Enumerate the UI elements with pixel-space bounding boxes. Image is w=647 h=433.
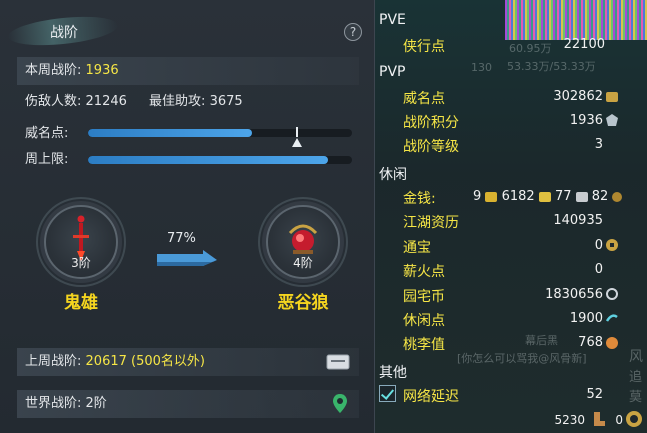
zhanjie-level-value: 3 bbox=[594, 137, 603, 152]
copper-icon bbox=[612, 191, 623, 202]
gold-icon bbox=[538, 191, 551, 202]
assist-value: 3675 bbox=[209, 94, 243, 109]
location-pin-icon[interactable] bbox=[332, 393, 348, 415]
bg-text: 130 bbox=[471, 61, 492, 74]
weekly-cap-label-text: 周上限: bbox=[25, 152, 69, 167]
yuanzhai-value: 1830656 bbox=[545, 287, 603, 302]
last-week-row: 上周战阶: 20617 (500名以外) bbox=[17, 348, 359, 376]
weiming-label: 威名点 bbox=[403, 91, 445, 107]
latency-label: 网络延迟 bbox=[403, 389, 459, 405]
fame-progress-fill bbox=[88, 129, 252, 137]
gold-coin-icon[interactable] bbox=[625, 410, 643, 428]
rank-progress-percent: 77% bbox=[167, 231, 196, 246]
kill-value: 21246 bbox=[85, 94, 127, 109]
world-rank-row: 世界战阶: 2阶 bbox=[17, 390, 359, 418]
next-rank-name: 恶谷狼 bbox=[277, 293, 329, 313]
yuanzhai-label: 园宅币 bbox=[403, 289, 445, 305]
boot-icon bbox=[594, 412, 605, 426]
jianghu-value: 140935 bbox=[553, 213, 603, 228]
latency-checkbox[interactable] bbox=[379, 385, 396, 402]
rank-point-icon bbox=[606, 114, 618, 126]
silver-icon bbox=[575, 191, 588, 202]
home-coin-icon bbox=[606, 288, 618, 300]
current-rank-emblem: 3阶 bbox=[36, 197, 126, 287]
gold-ingot-icon bbox=[485, 191, 498, 202]
money-label: 金钱: bbox=[403, 191, 436, 207]
money-row: 9 6182 77 82 bbox=[473, 189, 623, 204]
taoli-value: 768 bbox=[578, 335, 603, 350]
xiuxian-label: 休闲点 bbox=[403, 313, 445, 329]
jianghu-label: 江湖资历 bbox=[403, 215, 459, 231]
world-rank-label: 世界战阶: bbox=[25, 396, 82, 411]
peach-icon bbox=[606, 337, 618, 349]
bg-text: 莫 bbox=[629, 390, 643, 405]
background-hud-strip bbox=[505, 0, 647, 40]
weekly-rank-value: 1936 bbox=[85, 63, 119, 78]
bg-text: 追 bbox=[629, 370, 643, 385]
panel-header: 战阶 bbox=[0, 8, 375, 50]
assist-label: 最佳助攻: bbox=[149, 94, 206, 109]
xiaxing-value: 22100 bbox=[563, 37, 605, 52]
bottom-zero: 0 bbox=[615, 413, 623, 427]
fame-progress-bar bbox=[88, 129, 352, 137]
weiming-value: 302862 bbox=[553, 89, 603, 104]
tongbao-value: 0 bbox=[594, 238, 603, 253]
xinhuo-label: 薪火点 bbox=[403, 264, 445, 280]
bg-text: 幕后黑 bbox=[525, 334, 558, 347]
fame-icon bbox=[606, 92, 618, 102]
next-rank-emblem: 4阶 bbox=[258, 197, 348, 287]
last-week-value: 20617 (500名以外) bbox=[85, 354, 205, 369]
zhanjie-score-label: 战阶积分 bbox=[403, 115, 459, 131]
taoli-label: 桃李值 bbox=[403, 337, 445, 353]
help-icon[interactable]: ? bbox=[344, 23, 362, 41]
battle-rank-panel: 战阶 ? 本周战阶: 1936 伤敌人数: 21246 最佳助攻: 3675 威… bbox=[0, 0, 375, 433]
bottom-counter: 5230 bbox=[554, 413, 585, 427]
xiaxing-label: 侠行点 bbox=[403, 39, 445, 55]
section-pvp: PVP bbox=[379, 64, 406, 80]
tongbao-coin-icon bbox=[606, 239, 618, 251]
leisure-point-icon bbox=[605, 314, 618, 322]
kill-assist-row: 伤敌人数: 21246 最佳助攻: 3675 bbox=[17, 88, 359, 116]
kill-label: 伤敌人数: bbox=[25, 94, 82, 109]
money-b: 6182 bbox=[501, 189, 535, 204]
last-week-label: 上周战阶: bbox=[25, 354, 82, 369]
ranking-list-icon[interactable] bbox=[326, 354, 350, 370]
section-other: 其他 bbox=[379, 365, 407, 381]
world-rank-value: 2阶 bbox=[85, 396, 107, 411]
money-d: 82 bbox=[591, 189, 609, 204]
bg-text: 53.33万/53.33万 bbox=[507, 60, 596, 73]
zhanjie-level-label: 战阶等级 bbox=[403, 139, 459, 155]
progress-arrow-icon bbox=[157, 250, 217, 266]
current-rank-name: 鬼雄 bbox=[64, 293, 98, 313]
money-c: 77 bbox=[554, 189, 572, 204]
money-a: 9 bbox=[473, 189, 482, 204]
current-rank-level: 3阶 bbox=[71, 256, 91, 270]
zhanjie-score-value: 1936 bbox=[569, 113, 603, 128]
section-pve: PVE bbox=[379, 12, 406, 28]
next-rank-level: 4阶 bbox=[293, 256, 313, 270]
currency-panel: 60.95万 53.33万/53.33万 130 幕后黑 [你怎么可以骂我@风骨… bbox=[375, 0, 647, 433]
weekly-rank-label: 本周战阶: bbox=[25, 63, 82, 78]
weekly-cap-fill bbox=[88, 156, 329, 164]
section-leisure: 休闲 bbox=[379, 167, 407, 183]
xinhuo-value: 0 bbox=[594, 262, 603, 277]
fame-marker-line bbox=[295, 127, 298, 137]
xiuxian-value: 1900 bbox=[569, 311, 603, 326]
tongbao-label: 通宝 bbox=[403, 240, 431, 256]
fame-label-text: 威名点: bbox=[25, 126, 69, 141]
bg-text: 60.95万 bbox=[509, 42, 552, 55]
bg-text: [你怎么可以骂我@风骨新] bbox=[457, 352, 587, 365]
weekly-rank-row: 本周战阶: 1936 bbox=[17, 57, 359, 85]
panel-title: 战阶 bbox=[50, 25, 78, 41]
weekly-cap-bar bbox=[88, 156, 352, 164]
bg-text: 风 bbox=[629, 349, 643, 365]
latency-value: 52 bbox=[586, 387, 603, 402]
